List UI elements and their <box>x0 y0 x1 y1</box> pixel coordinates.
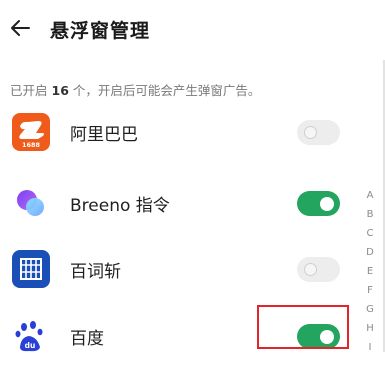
list-item-breeno[interactable]: Breeno 指令 <box>0 172 385 234</box>
toggle-knob <box>304 263 317 276</box>
index-letter[interactable]: C <box>364 224 376 243</box>
app-name: 百词斩 <box>70 262 121 282</box>
index-letter[interactable]: B <box>364 205 376 224</box>
index-letter[interactable]: D <box>364 243 376 262</box>
enabled-count: 16 <box>51 83 69 98</box>
baidu-icon-text: du <box>25 341 36 350</box>
summary-suffix: 个，开启后可能会产生弹窗广告。 <box>72 83 261 98</box>
baicizhan-icon <box>12 250 50 288</box>
app-name: Breeno 指令 <box>70 196 170 216</box>
list-item-alibaba[interactable]: 1688 阿里巴巴 <box>0 101 385 163</box>
toggle-knob <box>304 126 317 139</box>
baidu-icon: du <box>12 317 50 355</box>
list-item-baicizhan[interactable]: 百词斩 <box>0 238 385 300</box>
summary-prefix: 已开启 <box>10 83 48 98</box>
alibaba-icon-text: 1688 <box>22 141 41 149</box>
page-title: 悬浮窗管理 <box>50 20 151 42</box>
alibaba-icon: 1688 <box>12 113 50 151</box>
index-letter[interactable]: I <box>364 338 376 357</box>
breeno-icon <box>17 190 44 216</box>
alphabet-index-bar[interactable]: A B C D E F G H I <box>364 186 376 357</box>
back-arrow-icon <box>11 20 30 36</box>
highlight-box <box>257 305 349 349</box>
back-button[interactable] <box>6 14 34 42</box>
top-bar: 悬浮窗管理 <box>0 0 385 58</box>
index-letter[interactable]: F <box>364 281 376 300</box>
index-letter[interactable]: G <box>364 300 376 319</box>
index-letter[interactable]: H <box>364 319 376 338</box>
index-letter[interactable]: E <box>364 262 376 281</box>
summary-text: 已开启 16 个，开启后可能会产生弹窗广告。 <box>10 80 260 99</box>
floating-window-toggle-breeno[interactable] <box>297 191 340 216</box>
index-letter[interactable]: A <box>364 186 376 205</box>
app-name: 百度 <box>70 329 104 349</box>
app-name: 阿里巴巴 <box>70 125 138 145</box>
floating-window-toggle-alibaba[interactable] <box>297 120 340 145</box>
toggle-knob <box>320 196 334 211</box>
floating-window-toggle-baicizhan[interactable] <box>297 257 340 282</box>
